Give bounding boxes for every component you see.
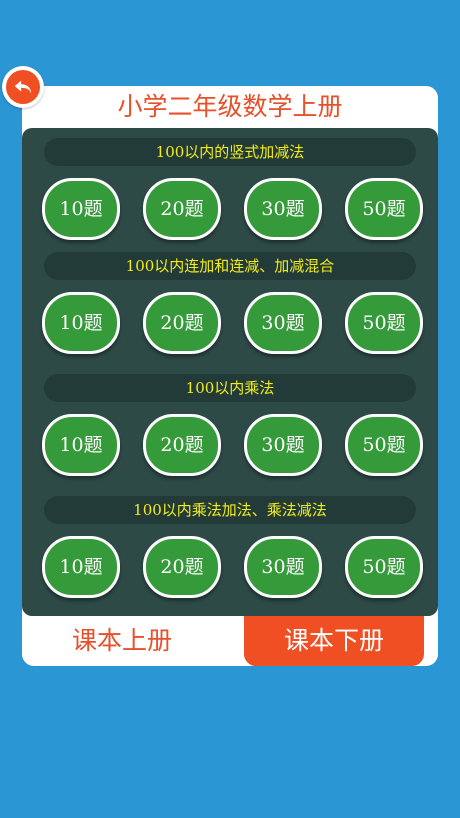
button-row-4: 10题 20题 30题 50题 — [22, 536, 438, 600]
quiz-20-button[interactable]: 20题 — [143, 178, 221, 240]
button-row-3: 10题 20题 30题 50题 — [22, 414, 438, 478]
quiz-50-button[interactable]: 50题 — [345, 292, 423, 354]
button-row-1: 10题 20题 30题 50题 — [22, 178, 438, 242]
quiz-10-button[interactable]: 10题 — [42, 414, 120, 476]
quiz-30-button[interactable]: 30题 — [244, 414, 322, 476]
quiz-10-button[interactable]: 10题 — [42, 178, 120, 240]
quiz-20-button[interactable]: 20题 — [143, 292, 221, 354]
quiz-10-button[interactable]: 10题 — [42, 536, 120, 598]
quiz-30-button[interactable]: 30题 — [244, 292, 322, 354]
back-arrow-icon — [6, 70, 40, 104]
tab-textbook-upper[interactable]: 课本上册 — [22, 616, 222, 666]
button-row-2: 10题 20题 30题 50题 — [22, 292, 438, 356]
quiz-30-button[interactable]: 30题 — [244, 536, 322, 598]
quiz-30-button[interactable]: 30题 — [244, 178, 322, 240]
quiz-10-button[interactable]: 10题 — [42, 292, 120, 354]
section-header-vertical-add-sub: 100以内的竖式加减法 — [44, 138, 416, 166]
tab-textbook-lower[interactable]: 课本下册 — [244, 616, 424, 666]
section-header-multiplication: 100以内乘法 — [44, 374, 416, 402]
quiz-50-button[interactable]: 50题 — [345, 178, 423, 240]
section-header-mult-add-sub: 100以内乘法加法、乘法减法 — [44, 496, 416, 524]
page-title: 小学二年级数学上册 — [117, 92, 343, 121]
section-header-chain-add-sub: 100以内连加和连减、加减混合 — [44, 252, 416, 280]
exercise-board: 100以内的竖式加减法 10题 20题 30题 50题 100以内连加和连减、加… — [22, 128, 438, 616]
back-button[interactable] — [2, 66, 44, 108]
quiz-50-button[interactable]: 50题 — [345, 536, 423, 598]
quiz-20-button[interactable]: 20题 — [143, 536, 221, 598]
quiz-50-button[interactable]: 50题 — [345, 414, 423, 476]
quiz-20-button[interactable]: 20题 — [143, 414, 221, 476]
